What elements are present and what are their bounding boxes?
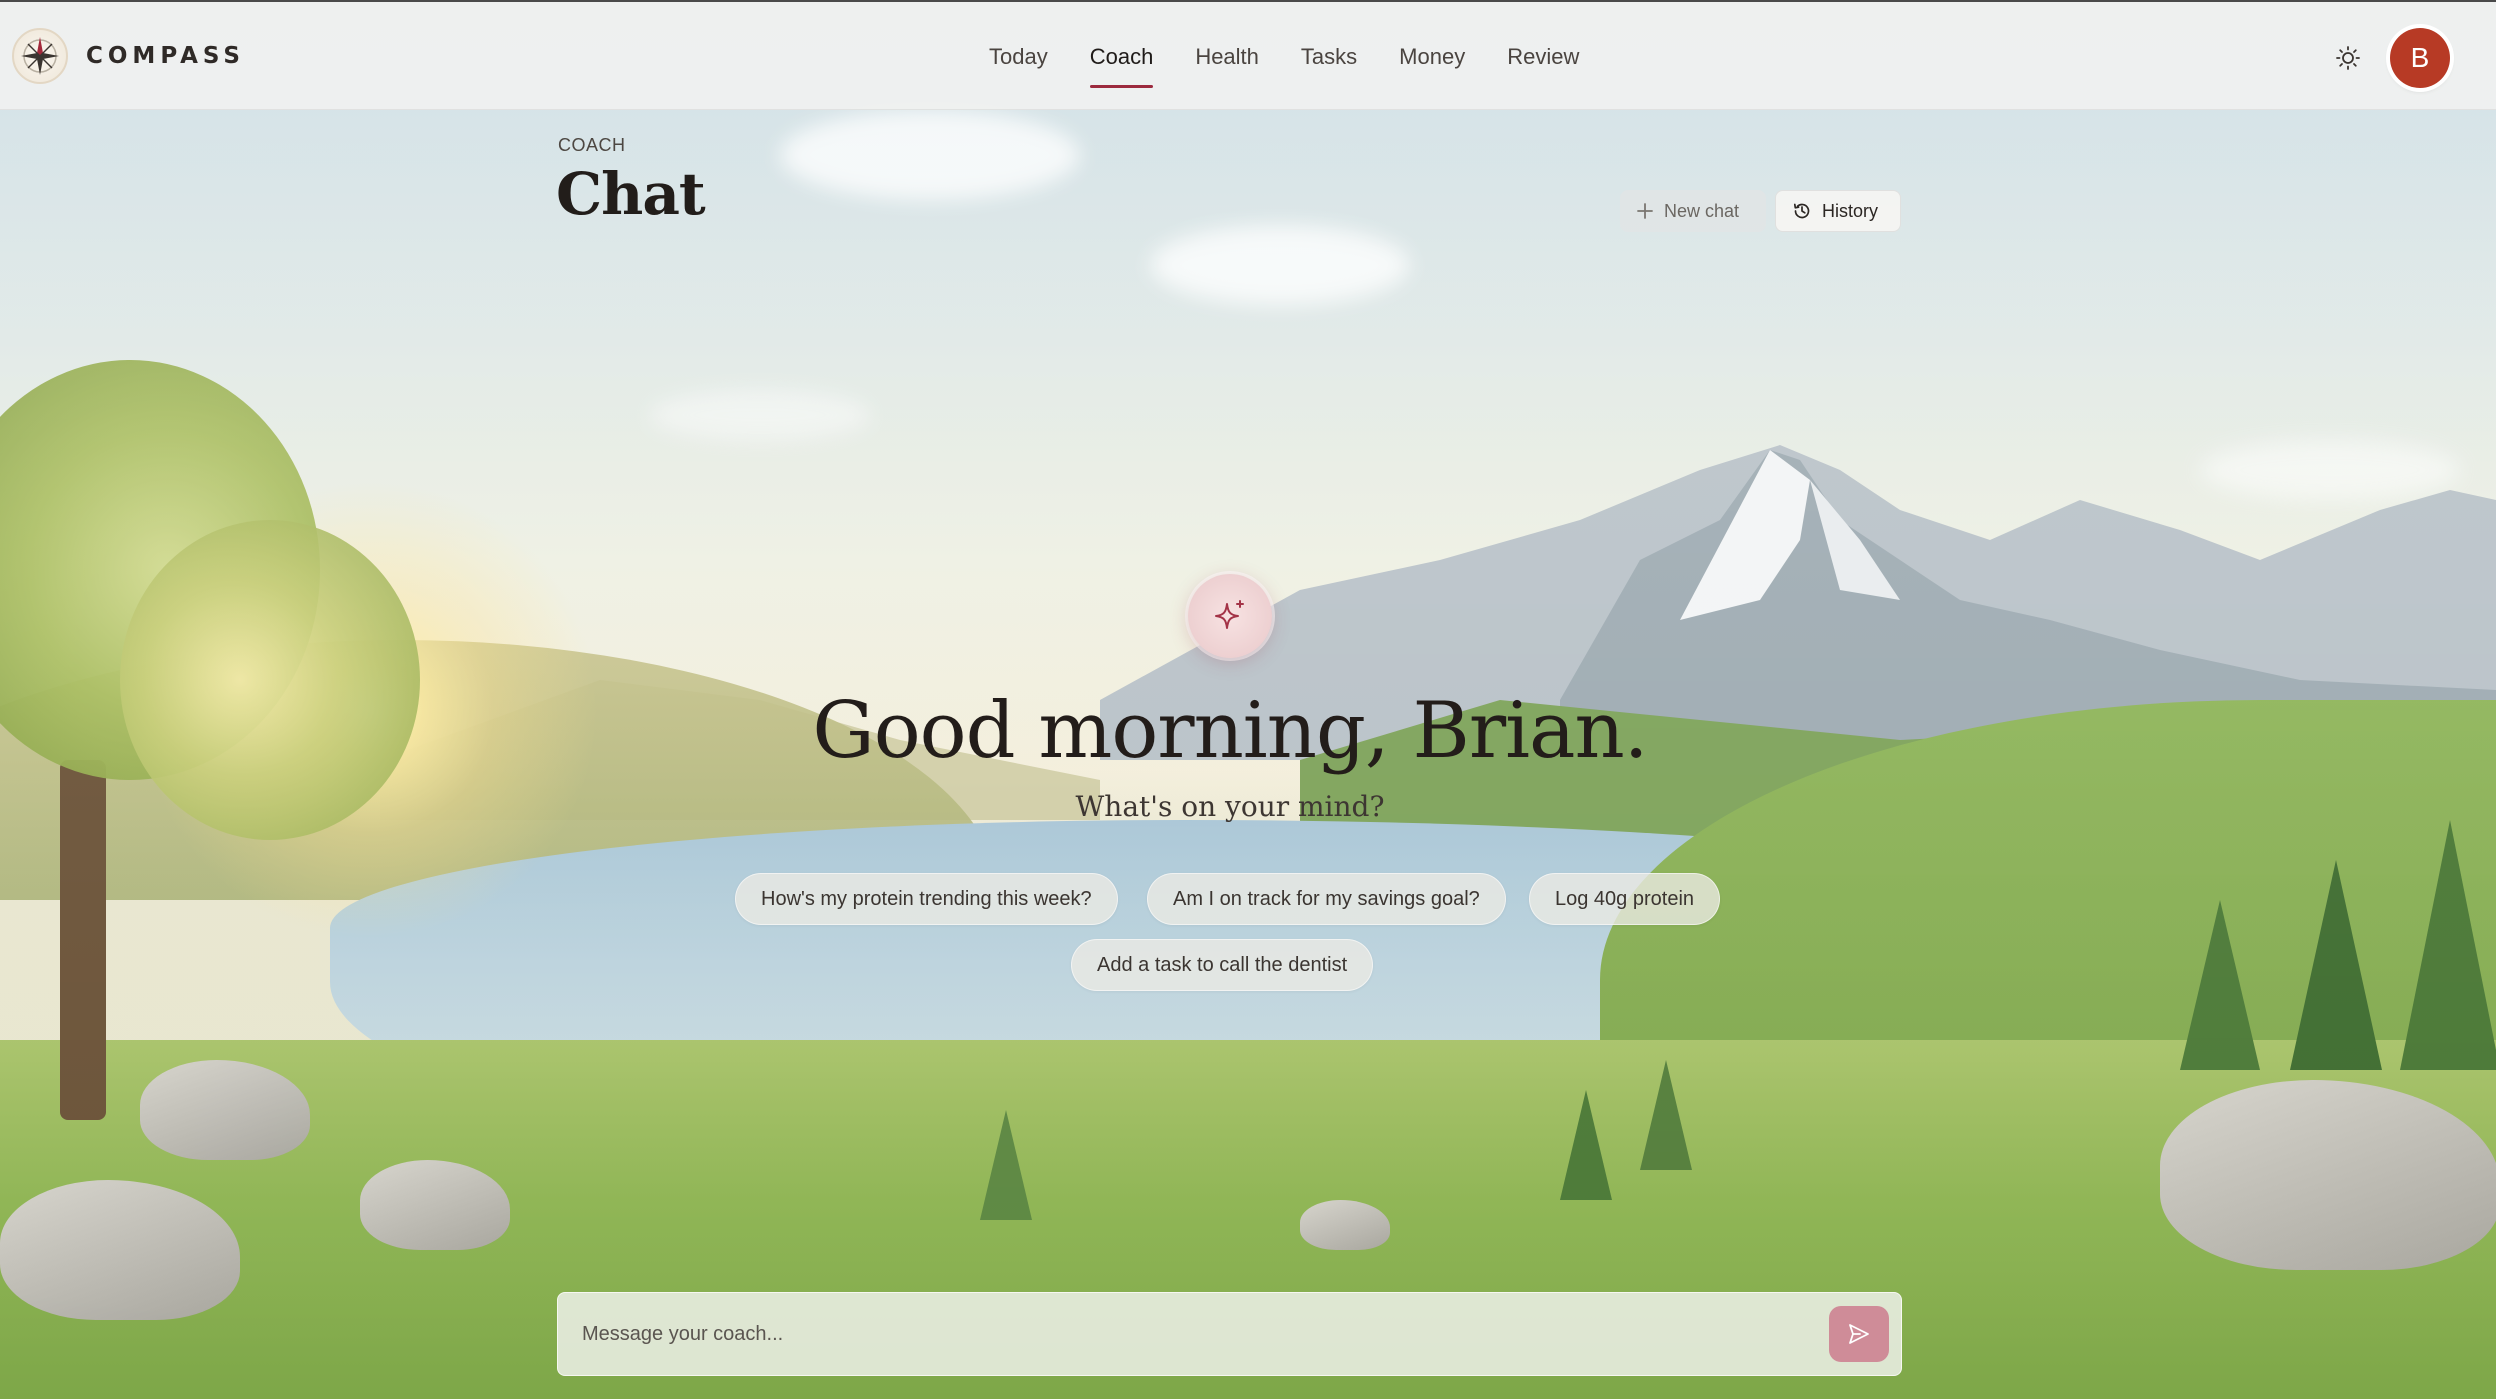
- page-title: Chat: [556, 160, 706, 228]
- greeting-heading: Good morning, Brian.: [812, 686, 1648, 776]
- message-input[interactable]: [558, 1293, 1829, 1375]
- nav-item-money[interactable]: Money: [1378, 2, 1486, 112]
- suggestion-chip[interactable]: How's my protein trending this week?: [735, 873, 1118, 925]
- new-chat-button[interactable]: New chat: [1620, 190, 1766, 232]
- sparkle-icon: [1215, 600, 1244, 629]
- main-nav: Today Coach Health Tasks Money Review: [968, 2, 1600, 112]
- new-chat-label: New chat: [1664, 200, 1740, 221]
- plus-icon: [1637, 203, 1653, 219]
- nav-item-today[interactable]: Today: [968, 2, 1069, 112]
- suggestion-chip[interactable]: Am I on track for my savings goal?: [1147, 873, 1506, 925]
- coach-badge: [1188, 574, 1272, 658]
- top-navigation-bar: COMPASS Today Coach Health Tasks Money R…: [0, 0, 2496, 110]
- sun-icon: [2336, 46, 2360, 70]
- user-avatar[interactable]: B: [2390, 28, 2450, 88]
- theme-toggle-button[interactable]: [2328, 40, 2368, 76]
- history-button[interactable]: History: [1775, 190, 1901, 232]
- nav-item-health[interactable]: Health: [1174, 2, 1280, 112]
- greeting-subtitle: What's on your mind?: [1075, 790, 1385, 823]
- message-composer: [557, 1292, 1902, 1376]
- nav-item-coach[interactable]: Coach: [1069, 2, 1175, 112]
- send-button[interactable]: [1829, 1306, 1889, 1362]
- suggestion-chip[interactable]: Add a task to call the dentist: [1071, 939, 1374, 991]
- nav-item-tasks[interactable]: Tasks: [1280, 2, 1378, 112]
- brand[interactable]: COMPASS: [12, 28, 245, 84]
- send-icon: [1849, 1324, 1869, 1344]
- brand-name: COMPASS: [86, 43, 245, 69]
- history-icon: [1793, 203, 1810, 219]
- history-label: History: [1822, 200, 1879, 221]
- compass-logo-icon: [12, 28, 68, 84]
- suggestion-chip[interactable]: Log 40g protein: [1529, 873, 1721, 925]
- page-eyebrow: COACH: [558, 135, 626, 155]
- nav-item-review[interactable]: Review: [1486, 2, 1600, 112]
